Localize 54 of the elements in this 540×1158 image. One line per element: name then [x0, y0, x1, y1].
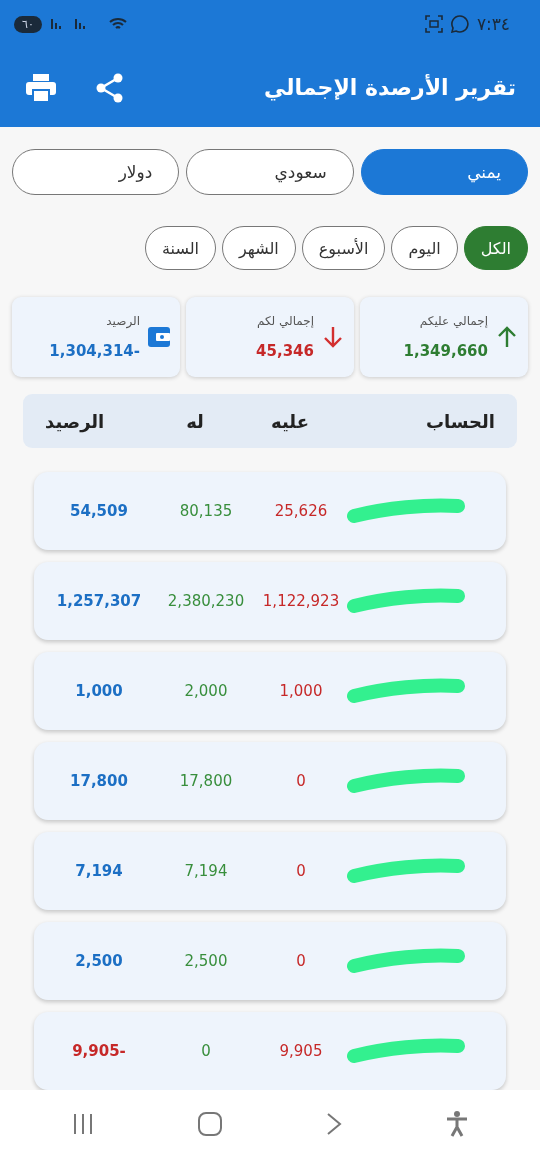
- column-header: الرصيد: [45, 410, 106, 432]
- recent-apps-icon[interactable]: [72, 1113, 94, 1135]
- debit-cell-text: 0: [295, 772, 307, 790]
- column-header: عليه: [270, 410, 310, 432]
- summary-label: إجمالي لكم: [255, 314, 314, 328]
- accessibility-icon[interactable]: [446, 1111, 468, 1137]
- summary-label: الرصيد: [105, 314, 140, 328]
- period-tab[interactable]: اليوم: [391, 226, 458, 270]
- balance-cell-text: 7,194: [74, 862, 124, 880]
- page-title: تقرير الأرصدة الإجمالي: [264, 75, 516, 100]
- period-tab[interactable]: السنة: [144, 226, 216, 270]
- home-icon[interactable]: [198, 1112, 222, 1136]
- credit-cell-text: 0: [200, 1042, 212, 1060]
- summary-value: 1,349,660: [402, 342, 488, 360]
- credit-cell-text: 80,135: [178, 502, 234, 520]
- period-tab[interactable]: الشهر: [221, 226, 296, 270]
- credit-cell-text: 7,194: [183, 862, 229, 880]
- balance-cell-text: 54,509: [69, 502, 129, 520]
- debit-cell-text: 1,000: [278, 682, 324, 700]
- clock: ٧:٣٤: [476, 14, 510, 34]
- arrow-down-icon: [322, 325, 344, 349]
- battery-indicator: ٦٠: [14, 15, 42, 33]
- balance-cell-text: 9,905-: [71, 1042, 127, 1060]
- debit-cell-text: 1,122,923: [261, 592, 341, 610]
- summary-value: 45,346: [255, 342, 314, 360]
- balance-cell-text: 1,257,307: [55, 592, 143, 610]
- print-icon[interactable]: [26, 73, 56, 102]
- arrow-up-icon: [496, 325, 518, 349]
- summary-label: إجمالي عليكم: [418, 314, 488, 328]
- balance-cell-text: 17,800: [69, 772, 129, 790]
- debit-cell-text: 0: [295, 952, 307, 970]
- balance-cell-text: 2,500: [74, 952, 124, 970]
- wallet-icon: [148, 326, 170, 348]
- summary-value: 1,304,314-: [48, 342, 140, 360]
- screenshot-icon: [424, 15, 443, 33]
- period-tab[interactable]: الكل: [463, 226, 528, 270]
- chat-icon: [450, 15, 469, 33]
- back-icon[interactable]: [326, 1112, 342, 1136]
- currency-tab[interactable]: يمني: [360, 149, 528, 195]
- currency-tab[interactable]: دولار: [12, 149, 180, 195]
- credit-cell-text: 2,000: [183, 682, 229, 700]
- credit-cell-text: 2,500: [183, 952, 229, 970]
- currency-tab[interactable]: سعودي: [186, 149, 354, 195]
- wifi-icon: [107, 16, 128, 32]
- share-icon[interactable]: [96, 72, 124, 103]
- period-tab[interactable]: الأسبوع: [301, 226, 386, 270]
- debit-cell-text: 0: [295, 862, 307, 880]
- debit-cell-text: 25,626: [273, 502, 329, 520]
- balance-cell-text: 1,000: [74, 682, 124, 700]
- credit-cell-text: 17,800: [178, 772, 234, 790]
- column-header: الحساب: [424, 410, 495, 432]
- debit-cell-text: 9,905: [278, 1042, 324, 1060]
- credit-cell-text: 2,380,230: [166, 592, 246, 610]
- column-header: له: [185, 410, 205, 432]
